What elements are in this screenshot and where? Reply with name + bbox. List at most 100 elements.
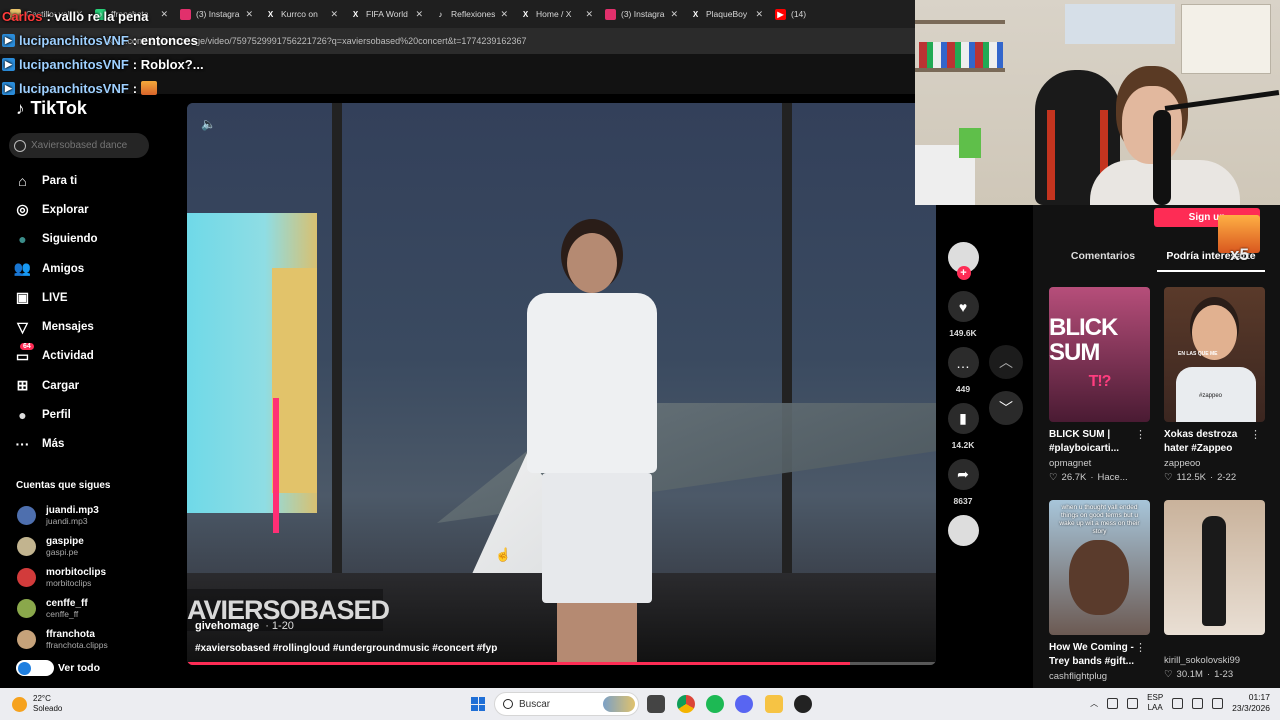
music-disc-action[interactable] <box>946 515 980 546</box>
bookmark-icon[interactable]: ▮ <box>947 403 979 434</box>
video-card[interactable]: BLICK SUM T!? BLICK SUM | #playboicarti.… <box>1049 287 1150 483</box>
close-icon[interactable]: ✕ <box>330 9 338 20</box>
chrome-icon[interactable] <box>677 695 695 713</box>
video-card-stats: ♡ 112.5K · 2-22 <box>1164 472 1265 483</box>
see-all-link[interactable]: Ver todo <box>16 660 100 676</box>
sidebar-item-m-s[interactable]: ··· Más <box>14 430 98 459</box>
video-hashtags[interactable]: #xaviersobased #rollingloud #underground… <box>195 643 497 654</box>
following-names: gaspipe gaspi.pe <box>46 536 84 557</box>
author-avatar[interactable]: + <box>947 242 979 280</box>
spotify-icon[interactable] <box>706 695 724 713</box>
like-action[interactable]: ♥ 149.6K <box>946 291 980 338</box>
share-action[interactable]: ➦ 8637 <box>946 459 980 506</box>
avatar[interactable] <box>17 630 36 649</box>
battery-icon[interactable] <box>1212 697 1224 709</box>
close-icon[interactable]: ✕ <box>670 9 678 20</box>
following-item[interactable]: morbitoclips morbitoclips <box>17 562 108 593</box>
browser-tab[interactable]: X Kurrco on ✕ <box>259 0 344 28</box>
search-input[interactable] <box>31 140 146 151</box>
search-box[interactable] <box>9 133 149 158</box>
video-card[interactable]: when u thought yall ended things on good… <box>1049 500 1150 682</box>
video-thumbnail[interactable]: when u thought yall ended things on good… <box>1049 500 1150 635</box>
video-author[interactable]: givehomage <box>195 620 259 632</box>
chevron-up-icon[interactable]: ︿ <box>989 345 1023 379</box>
avatar[interactable] <box>17 599 36 618</box>
network-icon[interactable] <box>1107 697 1119 709</box>
more-options-icon[interactable]: ⋮ <box>1135 641 1146 654</box>
task-view-icon[interactable] <box>647 695 665 713</box>
avatar[interactable] <box>17 506 36 525</box>
file-explorer-icon[interactable] <box>765 695 783 713</box>
sidebar-item-cargar[interactable]: ⊞ Cargar <box>14 371 98 400</box>
sidebar-item-live[interactable]: ▣ LIVE <box>14 283 98 312</box>
following-item[interactable]: ffranchota ffranchota.clipps <box>17 624 108 655</box>
video-card-author[interactable]: cashflightplug <box>1049 671 1150 682</box>
sidebar-item-para-ti[interactable]: ⌂ Para ti <box>14 166 98 195</box>
obs-icon[interactable] <box>794 695 812 713</box>
browser-tab[interactable]: X PlaqueBoy ✕ <box>684 0 769 28</box>
following-item[interactable]: juandi.mp3 juandi.mp3 <box>17 500 108 531</box>
browser-tab[interactable]: (3) Instagram ✕ <box>599 0 684 28</box>
author-avatar-action[interactable]: + <box>946 242 980 280</box>
sidebar-item-amigos[interactable]: 👥 Amigos <box>14 254 98 283</box>
tiktok-logo[interactable]: ♪ TikTok <box>16 98 87 119</box>
heart-icon[interactable]: ♥ <box>947 291 979 322</box>
taskbar-search[interactable]: Buscar <box>494 692 639 716</box>
close-icon[interactable]: ✕ <box>500 9 508 20</box>
video-card-author[interactable]: kirill_sokolovski99 <box>1164 655 1265 666</box>
windows-start-icon[interactable] <box>471 697 485 711</box>
video-player[interactable]: 🔈 AVIERSOBASED givehomage · 1-20 #xavier… <box>187 103 936 665</box>
close-icon[interactable]: ✕ <box>245 9 253 20</box>
following-item[interactable]: cenffe_ff cenffe_ff <box>17 593 108 624</box>
tab-comentarios[interactable]: Comentarios <box>1049 250 1157 272</box>
video-author-row[interactable]: givehomage · 1-20 <box>195 620 294 632</box>
weather-widget[interactable]: 22°C Soleado <box>12 694 62 714</box>
video-thumbnail[interactable]: BLICK SUM T!? <box>1049 287 1150 422</box>
close-icon[interactable]: ✕ <box>415 9 423 20</box>
follow-plus-icon[interactable]: + <box>956 266 971 280</box>
sidebar-item-explorar[interactable]: ◎ Explorar <box>14 195 98 224</box>
avatar[interactable] <box>17 537 36 556</box>
video-card-title[interactable]: How We Coming - Trey bands #gift... <box>1049 641 1141 669</box>
volume-icon[interactable]: 🔈 <box>201 117 216 131</box>
sidebar-item-perfil[interactable]: ● Perfil <box>14 400 98 429</box>
language-indicator[interactable]: ESP LAA <box>1147 693 1163 713</box>
sidebar-item-mensajes[interactable]: ▽ Mensajes <box>14 312 98 341</box>
battery-icon[interactable] <box>1127 697 1139 709</box>
comment-action[interactable]: … 449 <box>946 347 980 394</box>
discord-icon[interactable] <box>735 695 753 713</box>
following-item[interactable]: gaspipe gaspi.pe <box>17 531 108 562</box>
sidebar-item-siguiendo[interactable]: ● Siguiendo <box>14 225 97 254</box>
more-options-icon[interactable]: ⋮ <box>1135 428 1146 441</box>
comment-icon[interactable]: … <box>947 347 979 378</box>
sidebar-item-actividad[interactable]: ▭ Actividad 64 <box>14 342 98 371</box>
video-card[interactable]: kirill_sokolovski99 ♡ 30.1M · 1-23 <box>1164 500 1265 680</box>
bookmark-action[interactable]: ▮ 14.2K <box>946 403 980 450</box>
video-card-title[interactable]: BLICK SUM | #playboicarti... <box>1049 428 1141 456</box>
more-options-icon[interactable]: ⋮ <box>1250 428 1261 441</box>
wifi-icon[interactable] <box>1172 697 1184 709</box>
video-card[interactable]: EN LAS QUE ME #zappeo Xokas destroza hat… <box>1164 287 1265 483</box>
video-thumbnail[interactable]: EN LAS QUE ME #zappeo <box>1164 287 1265 422</box>
video-card-author[interactable]: opmagnet <box>1049 458 1150 469</box>
volume-icon[interactable] <box>1192 697 1204 709</box>
search-icon <box>14 139 26 152</box>
video-card-author[interactable]: zappeoo <box>1164 458 1265 469</box>
clock[interactable]: 01:17 23/3/2026 <box>1232 692 1270 714</box>
following-list: juandi.mp3 juandi.mp3 gaspipe gaspi.pe morbi… <box>17 500 108 655</box>
close-icon[interactable]: ✕ <box>585 9 593 20</box>
avatar[interactable] <box>17 568 36 587</box>
stage-light <box>273 398 279 533</box>
chevron-down-icon[interactable]: ﹀ <box>989 391 1023 425</box>
video-card-title[interactable]: Xokas destroza hater #Zappeo <box>1164 428 1256 456</box>
chevron-up-icon[interactable]: ︿ <box>1090 698 1098 709</box>
video-progress-bar[interactable] <box>187 662 936 665</box>
video-thumbnail[interactable] <box>1164 500 1265 635</box>
music-disc-icon[interactable] <box>947 515 979 546</box>
browser-tab[interactable]: ▶ (14) <box>769 0 854 28</box>
browser-tab[interactable]: ♪ Reflexiones ✕ <box>429 0 514 28</box>
share-arrow-icon[interactable]: ➦ <box>947 459 979 490</box>
browser-tab[interactable]: X FIFA World ✕ <box>344 0 429 28</box>
close-icon[interactable]: ✕ <box>755 9 763 20</box>
browser-tab[interactable]: X Home / X ✕ <box>514 0 599 28</box>
